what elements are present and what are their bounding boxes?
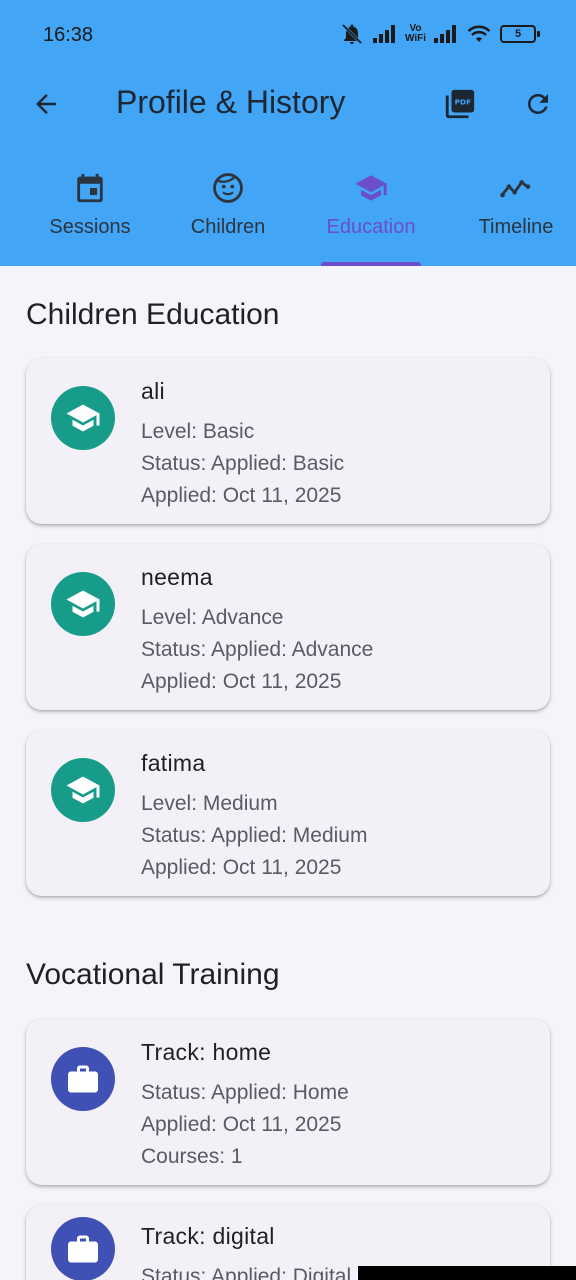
briefcase-icon <box>68 1065 98 1093</box>
education-card[interactable]: fatima Level: Medium Status: Applied: Me… <box>26 730 550 896</box>
tab-education[interactable]: Education <box>321 160 421 266</box>
vocational-applied-date: Applied: Oct 11, 2025 <box>141 1113 342 1136</box>
app-bar: 16:38 Vo WiFi 5 Profile & History PDF Se… <box>0 0 576 266</box>
school-icon <box>66 776 100 804</box>
vocational-avatar <box>51 1047 115 1111</box>
pdf-icon: PDF <box>445 89 475 119</box>
page-title: Profile & History <box>116 84 346 120</box>
arrow-back-icon <box>36 94 56 114</box>
refresh-button[interactable] <box>518 84 558 124</box>
vowifi-icon: Vo WiFi <box>405 24 426 44</box>
mute-bell-icon <box>341 23 363 45</box>
tab-timeline-label: Timeline <box>478 216 554 238</box>
track-name: Track: digital <box>141 1223 275 1249</box>
status-time: 16:38 <box>43 24 94 46</box>
vocational-card[interactable]: Track: home Status: Applied: Home Applie… <box>26 1019 550 1185</box>
vowifi-bottom-label: WiFi <box>404 33 426 44</box>
signal-icon <box>372 25 395 43</box>
face-icon <box>210 170 246 206</box>
child-name: ali <box>141 378 165 404</box>
education-avatar <box>51 572 115 636</box>
refresh-icon <box>527 93 548 114</box>
education-status: Status: Applied: Advance <box>141 638 374 661</box>
education-level: Level: Basic <box>141 420 255 443</box>
education-level: Level: Medium <box>141 792 278 815</box>
education-applied-date: Applied: Oct 11, 2025 <box>141 670 342 693</box>
svg-text:PDF: PDF <box>455 98 472 107</box>
back-button[interactable] <box>26 84 66 124</box>
system-navigation-bar <box>358 1266 576 1280</box>
vocational-avatar <box>51 1217 115 1280</box>
toolbar: Profile & History PDF <box>0 72 576 136</box>
tab-children[interactable]: Children <box>186 160 270 266</box>
active-tab-indicator <box>321 262 421 266</box>
status-icons: Vo WiFi 5 <box>339 22 540 46</box>
section-title-vocational-training: Vocational Training <box>26 958 280 991</box>
school-icon <box>353 170 389 206</box>
education-avatar <box>51 386 115 450</box>
tab-timeline[interactable]: Timeline <box>472 160 560 266</box>
calendar-icon <box>72 170 108 206</box>
education-applied-date: Applied: Oct 11, 2025 <box>141 484 342 507</box>
education-level: Level: Advance <box>141 606 284 629</box>
school-icon <box>66 404 100 432</box>
tab-bar: Sessions Children Education Timeline <box>0 160 576 266</box>
child-name: fatima <box>141 750 206 776</box>
export-pdf-button[interactable]: PDF <box>440 84 480 124</box>
tab-education-label: Education <box>326 216 416 238</box>
timeline-icon <box>498 170 534 206</box>
battery-icon: 5 <box>500 25 540 43</box>
vocational-status: Status: Applied: Digital <box>141 1265 352 1280</box>
education-applied-date: Applied: Oct 11, 2025 <box>141 856 342 879</box>
education-avatar <box>51 758 115 822</box>
section-title-children-education: Children Education <box>26 298 280 331</box>
school-icon <box>66 590 100 618</box>
vocational-courses: Courses: 1 <box>141 1145 243 1168</box>
child-name: neema <box>141 564 213 590</box>
education-status: Status: Applied: Basic <box>141 452 345 475</box>
vocational-status: Status: Applied: Home <box>141 1081 349 1104</box>
track-name: Track: home <box>141 1039 272 1065</box>
status-bar: 16:38 Vo WiFi 5 <box>0 0 576 72</box>
tab-sessions[interactable]: Sessions <box>43 160 137 266</box>
wifi-icon <box>467 25 491 42</box>
signal-icon-2 <box>434 25 456 43</box>
education-status: Status: Applied: Medium <box>141 824 368 847</box>
education-card[interactable]: neema Level: Advance Status: Applied: Ad… <box>26 544 550 710</box>
briefcase-icon <box>68 1235 98 1263</box>
tab-children-label: Children <box>190 216 266 238</box>
education-card[interactable]: ali Level: Basic Status: Applied: Basic … <box>26 358 550 524</box>
tab-sessions-label: Sessions <box>49 216 131 238</box>
